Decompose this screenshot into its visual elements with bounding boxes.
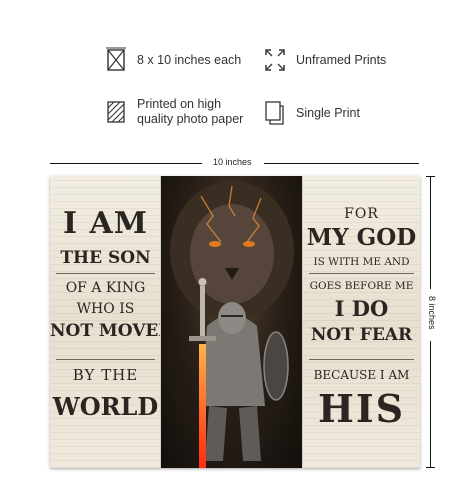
left-line-7: WORLD bbox=[52, 392, 159, 421]
left-line-3: OF A KING bbox=[65, 280, 146, 296]
height-dimension-line-top bbox=[430, 176, 431, 289]
right-line-2: MY GOD bbox=[306, 224, 417, 251]
right-line-1: FOR bbox=[344, 206, 379, 222]
ruler-square-icon bbox=[105, 47, 127, 73]
height-dimension-line-bottom bbox=[430, 341, 431, 468]
hatched-paper-icon bbox=[105, 99, 127, 125]
feature-size-label: 8 x 10 inches each bbox=[137, 52, 242, 67]
right-divider-2 bbox=[309, 359, 414, 360]
right-line-6: NOT FEAR bbox=[310, 325, 413, 345]
canvas-print: I AM THE SON OF A KING WHO IS NOT MOVED … bbox=[50, 176, 420, 468]
right-line-8: HIS bbox=[317, 386, 406, 431]
artwork-graphic bbox=[161, 176, 303, 468]
right-line-5: I DO bbox=[334, 296, 389, 321]
feature-size: 8 x 10 inches each bbox=[105, 47, 241, 73]
left-divider-2 bbox=[56, 359, 155, 360]
stacked-sheet-icon bbox=[264, 100, 286, 126]
height-dimension-label: 8 inches bbox=[427, 296, 437, 330]
left-line-2: THE SON bbox=[60, 248, 151, 268]
feature-unframed: Unframed Prints bbox=[264, 47, 386, 73]
right-divider-1 bbox=[309, 273, 414, 274]
corners-expand-icon bbox=[264, 47, 286, 73]
feature-single: Single Print bbox=[264, 100, 360, 126]
left-line-4: WHO IS bbox=[76, 301, 135, 317]
left-line-1: I AM bbox=[63, 206, 148, 241]
feature-paper-line-2: quality photo paper bbox=[137, 112, 244, 126]
left-divider-1 bbox=[56, 273, 155, 274]
feature-paper-label: Printed on high quality photo paper bbox=[137, 97, 243, 127]
height-dimension-tick-bottom bbox=[426, 467, 435, 468]
width-dimension-label: 10 inches bbox=[213, 157, 252, 167]
right-line-4: GOES BEFORE ME bbox=[309, 280, 414, 292]
width-dimension-line-right bbox=[264, 163, 419, 164]
feature-paper-line-1: Printed on high bbox=[137, 97, 222, 111]
feature-unframed-label: Unframed Prints bbox=[296, 52, 387, 67]
right-text-panel: FOR MY GOD IS WITH ME AND GOES BEFORE ME… bbox=[303, 176, 420, 468]
left-line-6: BY THE bbox=[72, 366, 139, 384]
right-line-3: IS WITH ME AND bbox=[313, 256, 410, 268]
feature-single-label: Single Print bbox=[296, 105, 360, 120]
feature-paper: Printed on high quality photo paper bbox=[105, 97, 243, 127]
right-line-7: BECAUSE I AM bbox=[313, 368, 410, 382]
left-line-5: NOT MOVED bbox=[50, 321, 174, 341]
lion-knight-artwork bbox=[161, 176, 303, 468]
width-dimension-line-left bbox=[50, 163, 202, 164]
left-text-panel: I AM THE SON OF A KING WHO IS NOT MOVED … bbox=[50, 176, 174, 468]
